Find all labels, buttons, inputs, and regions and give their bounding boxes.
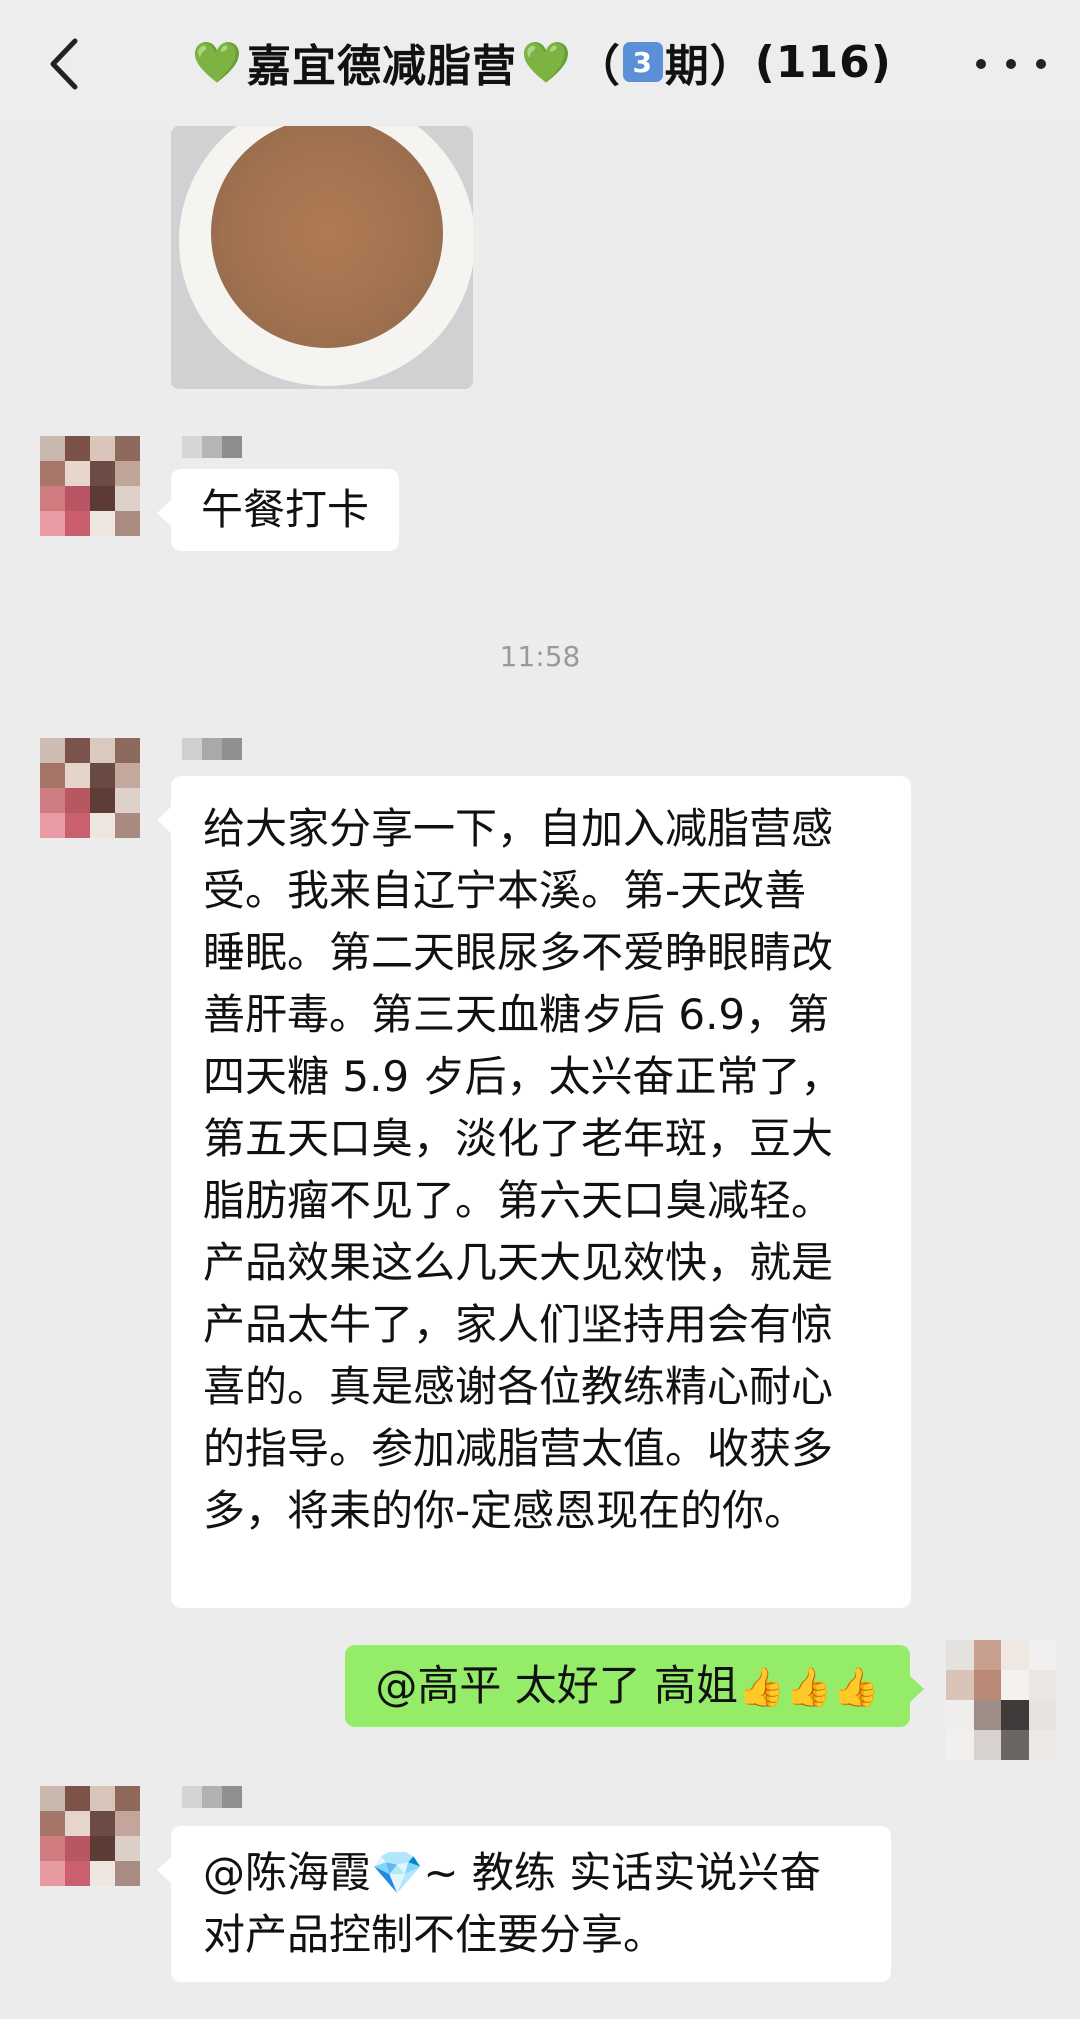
message-line: 受。我来自辽宁本溪。第-天改善: [203, 866, 807, 915]
message-bubble[interactable]: @陈海霞💎~ 教练 实话实说兴奋 对产品控制不住要分享。: [157, 1826, 891, 1982]
timestamp: 11:58: [499, 640, 581, 673]
mention-text: @陈海霞: [203, 1848, 372, 1897]
message-line: 四天糖 5.9 歺后，太兴奋正常了，: [203, 1052, 843, 1101]
nickname-blurred: [182, 436, 242, 458]
title-period: 期）: [664, 41, 755, 92]
member-count: (116): [754, 36, 892, 88]
avatar[interactable]: [40, 1786, 140, 1886]
soup-image: [211, 126, 443, 348]
message-line: ~ 教练 实话实说兴奋: [423, 1848, 822, 1897]
green-heart-icon: 💚: [520, 39, 572, 86]
chat-title[interactable]: 💚 嘉宜德减脂营 💚 （ 3 期） (116): [140, 30, 940, 94]
message-line: 喜的。真是感谢各位教练精心耐心: [203, 1362, 834, 1411]
long-message-bubble[interactable]: 给大家分享一下，自加入减脂营感 受。我来自辽宁本溪。第-天改善 睡眠。第二天眼尿…: [157, 776, 911, 1608]
avatar[interactable]: [40, 436, 140, 536]
self-avatar[interactable]: [946, 1640, 1056, 1760]
group-name: 嘉宜德减脂营: [246, 41, 517, 92]
message-bubble[interactable]: 午餐打卡: [156, 469, 400, 551]
message-line: 对产品控制不住要分享。: [203, 1910, 666, 1959]
thumbs-up-icon: 👍👍👍: [738, 1665, 880, 1709]
chat-header: 💚 嘉宜德减脂营 💚 （ 3 期） (116): [0, 0, 1080, 125]
more-dots-icon: [976, 59, 986, 69]
back-button[interactable]: [34, 34, 94, 94]
self-message-bubble[interactable]: @高平 太好了 高姐👍👍👍: [345, 1645, 924, 1727]
green-heart-icon: 💚: [192, 39, 243, 86]
message-line: 脂肪瘤不见了。第六天口臭减轻。: [203, 1176, 834, 1225]
message-line: 的指导。参加减脂营太值。收获多: [203, 1424, 834, 1473]
avatar[interactable]: [40, 738, 140, 838]
message-line: 给大家分享一下，自加入减脂营感: [203, 804, 834, 853]
message-text: 午餐打卡: [201, 485, 370, 534]
message-line: 产品效果这么几天大见效快，就是: [203, 1238, 834, 1287]
message-line: 第五天口臭，淡化了老年斑，豆大: [203, 1114, 834, 1163]
message-line: 产品太牛了，家人们坚持用会有惊: [203, 1300, 834, 1349]
more-button[interactable]: [976, 46, 1046, 82]
back-chevron-icon: [50, 38, 78, 90]
gem-icon: 💎: [371, 1848, 424, 1897]
more-dots-icon: [1036, 59, 1046, 69]
keycap-three-icon: 3: [622, 42, 663, 82]
nickname-blurred: [182, 738, 242, 760]
message-line: 睡眠。第二天眼尿多不爱睁眼睛改: [203, 928, 834, 977]
title-paren-open: （: [575, 41, 621, 92]
message-line: 多，将耒的你-定感恩现在的你。: [203, 1486, 807, 1535]
message-text: @高平 太好了 高姐: [375, 1661, 739, 1710]
food-photo-message[interactable]: [171, 126, 473, 389]
message-line: 善肝毒。第三天血糖歺后 6.9，第: [203, 990, 830, 1039]
nickname-blurred: [182, 1786, 242, 1808]
more-dots-icon: [1006, 59, 1016, 69]
